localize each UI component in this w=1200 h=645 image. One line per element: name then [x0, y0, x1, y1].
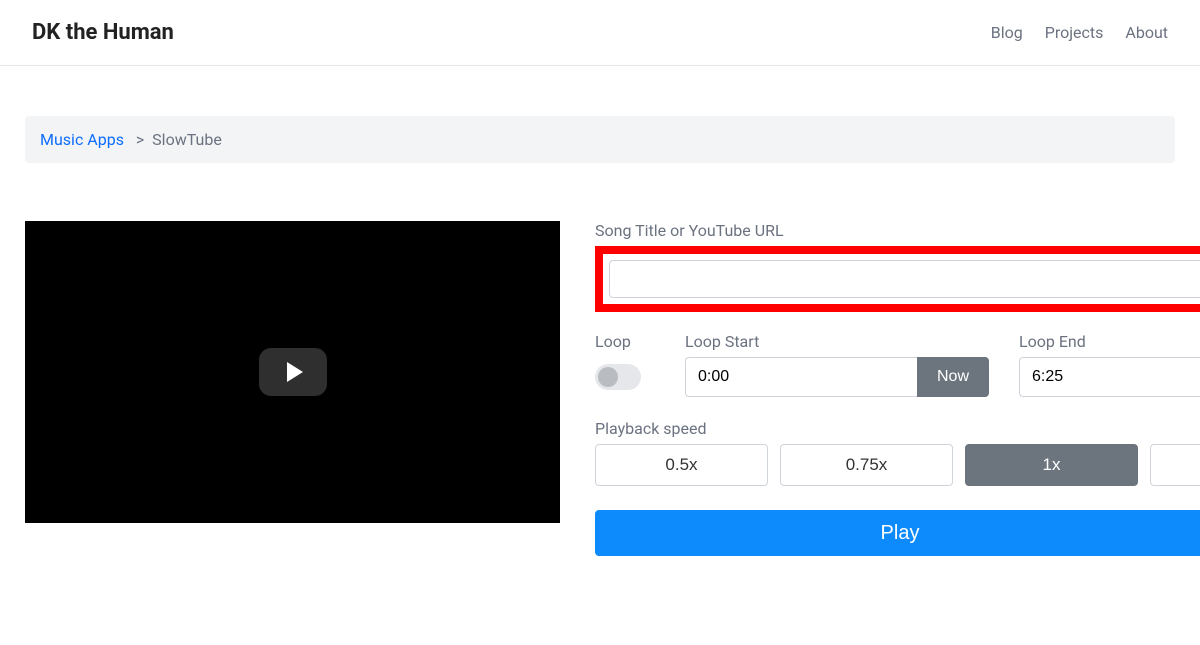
toggle-knob [598, 367, 618, 387]
site-header: DK the Human Blog Projects About [0, 0, 1200, 66]
play-button[interactable]: Play [595, 510, 1200, 556]
url-input[interactable] [609, 260, 1200, 298]
video-play-button[interactable] [259, 348, 327, 396]
play-icon [287, 362, 303, 382]
speed-threeq-button[interactable]: 0.75x [780, 444, 953, 486]
speed-half-button[interactable]: 0.5x [595, 444, 768, 486]
loop-start-now-button[interactable]: Now [917, 357, 989, 397]
loop-end-input[interactable] [1019, 357, 1200, 397]
breadcrumb-separator: > [128, 130, 152, 149]
video-player[interactable] [25, 221, 560, 523]
nav-projects[interactable]: Projects [1045, 23, 1104, 42]
url-highlight [595, 246, 1200, 312]
speed-label: Playback speed [595, 419, 1200, 438]
loop-start-input[interactable] [685, 357, 917, 397]
breadcrumb: Music Apps > SlowTube [25, 116, 1175, 163]
site-title[interactable]: DK the Human [32, 20, 174, 45]
nav-blog[interactable]: Blog [991, 23, 1023, 42]
loop-start-label: Loop Start [685, 332, 989, 351]
loop-end-label: Loop End [1019, 332, 1200, 351]
url-label: Song Title or YouTube URL [595, 221, 1200, 240]
breadcrumb-parent[interactable]: Music Apps [40, 130, 124, 149]
speed-custom-button[interactable]: Custom [1150, 444, 1200, 486]
speed-one-button[interactable]: 1x [965, 444, 1138, 486]
nav-about[interactable]: About [1125, 23, 1168, 42]
loop-toggle[interactable] [595, 364, 641, 390]
loop-label: Loop [595, 332, 655, 351]
breadcrumb-current: SlowTube [152, 130, 222, 149]
nav: Blog Projects About [991, 23, 1168, 42]
